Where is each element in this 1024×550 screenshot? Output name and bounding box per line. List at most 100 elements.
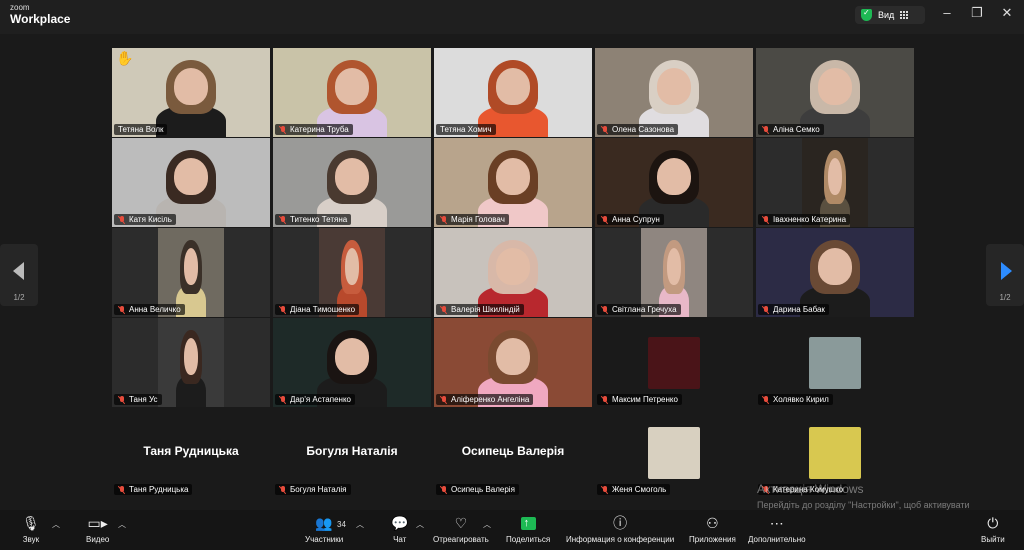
share-screen-icon: [520, 514, 536, 532]
info-icon: ⓘ: [613, 515, 628, 531]
more-label: Дополнительно: [748, 535, 806, 544]
participant-tile[interactable]: Дар'я Астапенко: [273, 318, 431, 407]
participant-tile[interactable]: Дарина Бабак: [756, 228, 914, 317]
participant-nameplate: Максим Петренко: [597, 394, 682, 405]
participant-name: Таня Рудницька: [129, 485, 189, 494]
mic-muted-icon: [279, 395, 287, 404]
participant-tile[interactable]: Таня Ус: [112, 318, 270, 407]
participant-tile[interactable]: ✋ Тетяна Волк: [112, 48, 270, 137]
meeting-info-button[interactable]: ⓘ Информация о конференции: [566, 514, 674, 544]
mic-muted-icon: [279, 305, 287, 314]
participant-tile[interactable]: Холявко Кирил: [756, 318, 914, 407]
view-label: Вид: [878, 10, 895, 20]
participant-tile[interactable]: Катерина Труба: [273, 48, 431, 137]
apps-button[interactable]: ⚇ Приложения: [689, 514, 736, 544]
mic-muted-icon: [279, 215, 287, 224]
chat-label: Чат: [393, 535, 407, 544]
leave-button[interactable]: ⏻ Выйти: [981, 514, 1005, 544]
participant-tile[interactable]: Богуля Наталія Богуля Наталія: [273, 408, 431, 497]
page-indicator-left: 1/2: [13, 293, 25, 302]
participants-options-caret[interactable]: ︿: [356, 519, 364, 530]
participant-avatar: [648, 427, 700, 479]
next-page-button[interactable]: 1/2: [986, 244, 1024, 306]
participants-button[interactable]: 👥 Участники: [305, 514, 343, 544]
participant-name: Анна Супрун: [612, 215, 660, 224]
participant-nameplate: Тетяна Хомич: [436, 124, 496, 135]
mic-muted-icon: [118, 215, 126, 224]
participant-tile[interactable]: Валерія Шкиліндій: [434, 228, 592, 317]
close-button[interactable]: ✕: [997, 5, 1017, 21]
participant-tile[interactable]: Івахненко Катерина: [756, 138, 914, 227]
participant-display-name: Богуля Наталія: [306, 444, 398, 458]
participant-nameplate: Богуля Наталія: [275, 484, 351, 495]
participants-icon: 👥: [315, 515, 333, 531]
mic-muted-icon: [440, 395, 448, 404]
audio-button[interactable]: 🎙 Звук: [22, 514, 40, 544]
participant-name: Тетяна Волк: [118, 125, 164, 134]
meeting-toolbar: 🎙 Звук ︿ ▭▸ Видео ︿ 👥 Участники 34 ︿ 💬 Ч…: [0, 510, 1024, 550]
participant-tile[interactable]: Світлана Гречуха: [595, 228, 753, 317]
mic-muted-icon: [601, 305, 609, 314]
mic-muted-icon: [118, 395, 126, 404]
mic-muted-icon: [118, 305, 126, 314]
chat-options-caret[interactable]: ︿: [416, 519, 424, 530]
mic-muted-icon: [762, 125, 770, 134]
mic-muted-icon: [601, 215, 609, 224]
participant-name: Аліференко Ангеліна: [451, 395, 530, 404]
leave-label: Выйти: [981, 535, 1005, 544]
react-options-caret[interactable]: ︿: [483, 519, 491, 530]
participant-tile[interactable]: Олена Сазонова: [595, 48, 753, 137]
participant-tile[interactable]: Аліференко Ангеліна: [434, 318, 592, 407]
participant-tile[interactable]: Катя Кисіль: [112, 138, 270, 227]
participant-nameplate: Титенко Тетяна: [275, 214, 352, 225]
participant-tile[interactable]: Тетяна Хомич: [434, 48, 592, 137]
participant-name: Дар'я Астапенко: [290, 395, 351, 404]
participant-nameplate: Дар'я Астапенко: [275, 394, 355, 405]
react-button[interactable]: ♡ Отреагировать: [433, 514, 489, 544]
participant-nameplate: Таня Ус: [114, 394, 162, 405]
participant-nameplate: Олена Сазонова: [597, 124, 679, 135]
participant-display-name: Осипець Валерія: [461, 444, 565, 458]
video-options-caret[interactable]: ︿: [118, 519, 126, 530]
arrow-left-icon: [13, 262, 24, 280]
chat-button[interactable]: 💬 Чат: [391, 514, 408, 544]
minimize-button[interactable]: –: [937, 5, 957, 20]
more-dots-icon: ⋯: [769, 515, 784, 531]
zoom-logo: zoom Workplace: [10, 4, 70, 26]
participant-tile[interactable]: Титенко Тетяна: [273, 138, 431, 227]
video-button[interactable]: ▭▸ Видео: [86, 514, 109, 544]
participant-tile[interactable]: Женя Смоголь: [595, 408, 753, 497]
participant-name: Максим Петренко: [612, 395, 678, 404]
share-button[interactable]: Поделиться: [506, 514, 550, 544]
participant-nameplate: Таня Рудницька: [114, 484, 193, 495]
participant-name: Анна Величко: [129, 305, 181, 314]
participant-tile[interactable]: Анна Величко: [112, 228, 270, 317]
video-camera-icon: ▭▸: [87, 515, 108, 531]
restore-button[interactable]: ❐: [967, 5, 987, 21]
participant-tile[interactable]: Осипець Валерія Осипець Валерія: [434, 408, 592, 497]
participant-name: Івахненко Катерина: [773, 215, 847, 224]
title-bar: zoom Workplace Вид – ❐ ✕: [0, 0, 1024, 34]
mic-muted-icon: [440, 215, 448, 224]
mic-muted-icon: [279, 125, 287, 134]
participant-display-name: Таня Рудницька: [143, 444, 239, 458]
previous-page-button[interactable]: 1/2: [0, 244, 38, 306]
participant-avatar: [648, 337, 700, 389]
participant-tile[interactable]: Анна Супрун: [595, 138, 753, 227]
participant-tile[interactable]: Максим Петренко: [595, 318, 753, 407]
audio-options-caret[interactable]: ︿: [52, 519, 60, 530]
participant-avatar: [809, 427, 861, 479]
page-indicator-right: 1/2: [999, 293, 1011, 302]
view-button[interactable]: Вид: [855, 6, 925, 24]
participant-tile[interactable]: Діана Тимошенко: [273, 228, 431, 317]
participant-tile[interactable]: Аліна Семко: [756, 48, 914, 137]
participant-name: Аліна Семко: [773, 125, 820, 134]
participant-tile[interactable]: Марія Головач: [434, 138, 592, 227]
participant-tile[interactable]: Таня Рудницька Таня Рудницька: [112, 408, 270, 497]
participant-name: Діана Тимошенко: [290, 305, 356, 314]
leave-icon: ⏻: [987, 515, 999, 531]
more-button[interactable]: ⋯ Дополнительно: [748, 514, 806, 544]
apps-icon: ⚇: [706, 515, 719, 531]
participant-nameplate: Катя Кисіль: [114, 214, 176, 225]
participant-name: Валерія Шкиліндій: [451, 305, 520, 314]
